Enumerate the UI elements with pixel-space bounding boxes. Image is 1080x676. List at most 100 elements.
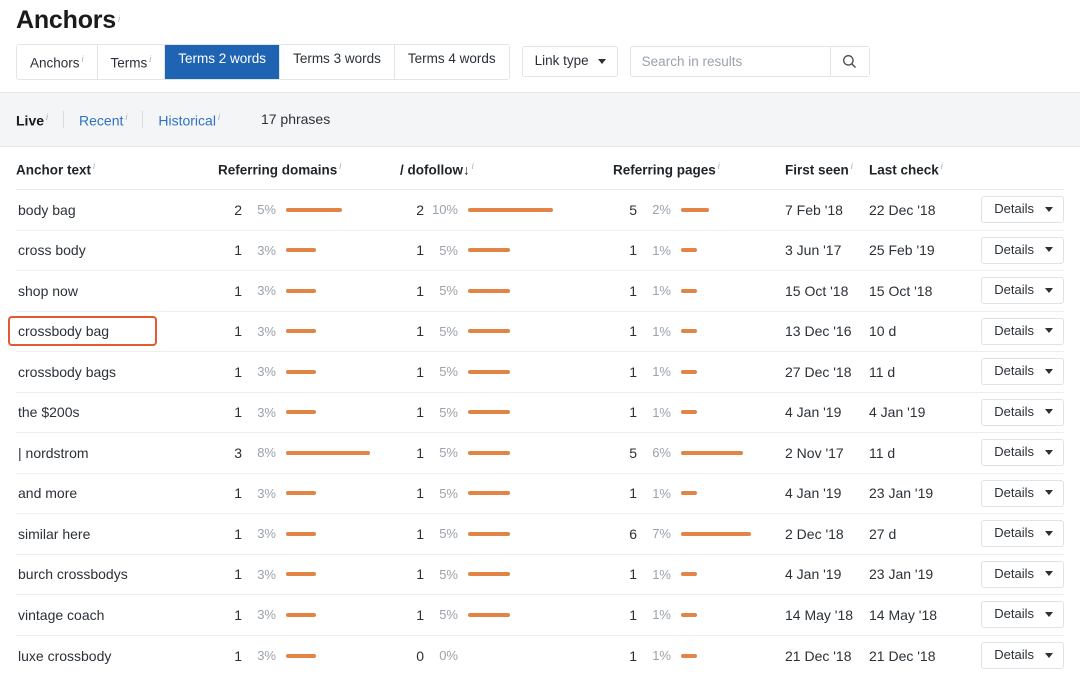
details-button[interactable]: Details (981, 601, 1064, 628)
info-icon[interactable]: i (46, 112, 48, 122)
referring-domains-percent: 3% (242, 607, 276, 622)
first-seen-value: 13 Dec '16 (785, 323, 852, 339)
cell-actions: Details (974, 433, 1064, 474)
col-anchor-text[interactable]: Anchor texti (16, 147, 218, 190)
col-first-seen[interactable]: First seeni (785, 147, 869, 190)
dofollow-value: 1 (400, 323, 424, 339)
anchor-text: shop now (8, 276, 88, 306)
details-button[interactable]: Details (981, 561, 1064, 588)
details-button-label: Details (994, 567, 1034, 581)
referring-domains-value: 3 (218, 445, 242, 461)
tab-label: Terms 3 words (293, 51, 381, 66)
info-icon-title[interactable]: i (118, 14, 120, 24)
details-button[interactable]: Details (981, 399, 1064, 426)
referring-domains-value: 1 (218, 485, 242, 501)
cell-dofollow: 15% (400, 595, 613, 636)
col-label: Referring domains (218, 162, 337, 177)
cell-last-check: 4 Jan '19 (869, 392, 974, 433)
referring-domains-percent: 3% (242, 648, 276, 663)
referring-domains-bar (286, 248, 316, 252)
referring-pages-percent: 7% (637, 526, 671, 541)
info-icon[interactable]: i (125, 112, 127, 122)
search-input[interactable] (631, 47, 830, 76)
col-last-check[interactable]: Last checki (869, 147, 974, 190)
info-icon[interactable]: i (941, 161, 943, 171)
dofollow-bar (468, 451, 510, 455)
subtab-recent[interactable]: Recenti (64, 108, 142, 130)
search-box (630, 46, 870, 77)
details-button-label: Details (994, 243, 1034, 257)
details-button[interactable]: Details (981, 277, 1064, 304)
col-label: / dofollow (400, 162, 463, 177)
subtab-live[interactable]: Livei (16, 108, 63, 130)
referring-pages-bar (681, 370, 697, 374)
tab-terms-4-words[interactable]: Terms 4 words (395, 45, 509, 79)
chevron-down-icon (598, 59, 606, 64)
details-button[interactable]: Details (981, 439, 1064, 466)
referring-pages-percent: 1% (637, 607, 671, 622)
dofollow-bar-slot (458, 248, 510, 252)
details-button[interactable]: Details (981, 642, 1064, 669)
details-button[interactable]: Details (981, 237, 1064, 264)
referring-domains-bar-slot (276, 572, 316, 576)
first-seen-value: 21 Dec '18 (785, 648, 852, 664)
details-button[interactable]: Details (981, 520, 1064, 547)
details-button[interactable]: Details (981, 196, 1064, 223)
cell-referring-pages: 11% (613, 595, 785, 636)
dofollow-value: 1 (400, 526, 424, 542)
info-icon[interactable]: i (149, 54, 151, 64)
anchor-text: body bag (8, 195, 86, 225)
cell-first-seen: 4 Jan '19 (785, 473, 869, 514)
phrases-count: 17 phrases (261, 111, 330, 127)
details-button[interactable]: Details (981, 318, 1064, 345)
cell-anchor-text: crossbody bags (16, 352, 218, 393)
col-referring-domains[interactable]: Referring domainsi (218, 147, 400, 190)
tab-anchors[interactable]: Anchorsi (17, 45, 98, 79)
details-button-label: Details (994, 445, 1034, 459)
tab-terms[interactable]: Termsi (98, 45, 166, 79)
last-check-value: 15 Oct '18 (869, 283, 932, 299)
cell-dofollow: 15% (400, 352, 613, 393)
search-icon (842, 54, 857, 69)
cell-first-seen: 21 Dec '18 (785, 635, 869, 676)
tab-terms-3-words[interactable]: Terms 3 words (280, 45, 395, 79)
referring-pages-bar-slot (671, 329, 697, 333)
first-seen-value: 14 May '18 (785, 607, 853, 623)
table-row: cross body13%15%11%3 Jun '1725 Feb '19De… (16, 230, 1064, 271)
tab-terms-2-words[interactable]: Terms 2 words (165, 45, 280, 79)
info-icon[interactable]: i (93, 161, 95, 171)
chevron-down-icon (1045, 653, 1053, 658)
link-type-label: Link type (535, 54, 589, 68)
details-button[interactable]: Details (981, 480, 1064, 507)
chevron-down-icon (1045, 450, 1053, 455)
details-button[interactable]: Details (981, 358, 1064, 385)
dofollow-bar-slot (458, 208, 553, 212)
referring-domains-percent: 5% (242, 202, 276, 217)
search-button[interactable] (830, 47, 869, 76)
subtab-historical[interactable]: Historicali (143, 108, 235, 130)
col-referring-pages[interactable]: Referring pagesi (613, 147, 785, 190)
referring-pages-bar-slot (671, 572, 697, 576)
table-row: | nordstrom38%15%56%2 Nov '1711 dDetails (16, 433, 1064, 474)
info-icon[interactable]: i (218, 112, 220, 122)
dofollow-percent: 5% (424, 526, 458, 541)
info-icon[interactable]: i (718, 161, 720, 171)
referring-pages-value: 5 (613, 202, 637, 218)
col-label: First seen (785, 162, 849, 177)
info-icon[interactable]: i (472, 161, 474, 171)
first-seen-value: 7 Feb '18 (785, 202, 843, 218)
referring-pages-value: 1 (613, 607, 637, 623)
dofollow-percent: 5% (424, 607, 458, 622)
info-icon[interactable]: i (339, 161, 341, 171)
referring-pages-value: 1 (613, 323, 637, 339)
col-dofollow[interactable]: / dofollow↓i (400, 147, 613, 190)
info-icon[interactable]: i (851, 161, 853, 171)
referring-pages-bar (681, 289, 697, 293)
referring-pages-bar (681, 451, 743, 455)
referring-domains-bar (286, 654, 316, 658)
link-type-dropdown[interactable]: Link type (522, 46, 618, 77)
info-icon[interactable]: i (82, 54, 84, 64)
cell-anchor-text: shop now (16, 271, 218, 312)
page-title: Anchors (16, 6, 116, 35)
dofollow-percent: 0% (424, 648, 458, 663)
